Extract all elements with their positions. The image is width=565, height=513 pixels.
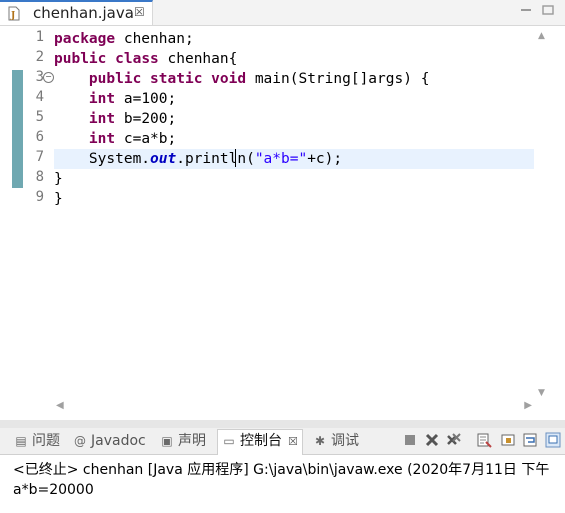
tab-label: 控制台 <box>240 433 282 449</box>
line-number: 7 <box>35 149 44 165</box>
code-line-1: package chenhan; <box>54 31 194 47</box>
word-wrap-icon[interactable] <box>522 432 538 448</box>
tab-label: Javadoc <box>91 433 146 449</box>
quick-diff-change-bar <box>12 70 23 188</box>
code-line-8: } <box>54 171 63 187</box>
line-number: 9 <box>35 189 44 205</box>
tab-debug[interactable]: ✱ 调试 <box>313 430 359 452</box>
line-number: 4 <box>35 89 44 105</box>
code-text-area[interactable]: package chenhan; public class chenhan{ p… <box>54 29 534 400</box>
remove-all-terminated-icon[interactable] <box>446 432 462 448</box>
line-number: 2 <box>35 49 44 65</box>
svg-text:J: J <box>10 11 15 21</box>
console-icon: ▭ <box>223 434 235 448</box>
code-editor: J chenhan.java ☒ 1 2 3 4 5 6 7 8 9 − pac… <box>0 0 565 420</box>
tab-label: 声明 <box>178 433 206 449</box>
remove-launch-icon[interactable] <box>424 432 440 448</box>
line-number: 5 <box>35 109 44 125</box>
scroll-down-icon[interactable]: ▼ <box>538 388 545 398</box>
code-line-5: int b=200; <box>88 111 177 127</box>
console-output-line[interactable]: a*b=20000 <box>13 482 94 498</box>
console-view: ▤ 问题 @ Javadoc ▣ 声明 ▭ 控制台 ☒ ✱ 调试 <已终止> c… <box>0 428 565 513</box>
scroll-left-icon[interactable]: ◀ <box>56 400 64 411</box>
declaration-icon: ▣ <box>161 434 173 448</box>
view-tab-bar: ▤ 问题 @ Javadoc ▣ 声明 ▭ 控制台 ☒ ✱ 调试 <box>0 428 565 455</box>
line-number: 1 <box>35 29 44 45</box>
minimize-icon[interactable] <box>519 4 533 16</box>
pin-console-icon[interactable] <box>545 432 561 448</box>
editor-tab-label: chenhan.java <box>33 4 134 22</box>
pane-divider[interactable] <box>0 420 565 428</box>
code-line-4: int a=100; <box>88 91 177 107</box>
code-line-7: System.out.println("a*b="+c); <box>54 149 534 169</box>
code-line-2: public class chenhan{ <box>54 51 238 67</box>
editor-tab-bar: J chenhan.java ☒ <box>0 0 565 26</box>
code-line-6: int c=a*b; <box>88 131 177 147</box>
close-icon[interactable]: ☒ <box>288 435 298 448</box>
text-caret <box>235 149 236 167</box>
line-number: 6 <box>35 129 44 145</box>
tab-label: 问题 <box>32 433 60 449</box>
vertical-scrollbar[interactable]: ▲ ▼ <box>534 29 551 400</box>
java-file-icon: J <box>8 6 20 21</box>
fold-toggle-icon[interactable]: − <box>43 72 54 83</box>
console-status-line: <已终止> chenhan [Java 应用程序] G:\java\bin\ja… <box>13 462 550 478</box>
clear-console-icon[interactable] <box>476 432 492 448</box>
tab-problems[interactable]: ▤ 问题 <box>14 430 60 452</box>
editor-tab-chenhan-java[interactable]: J chenhan.java ☒ <box>0 0 153 25</box>
tab-label: 调试 <box>331 433 359 449</box>
scroll-up-icon[interactable]: ▲ <box>538 31 545 41</box>
javadoc-icon: @ <box>74 434 86 448</box>
horizontal-scrollbar[interactable]: ◀ ▶ <box>54 398 534 416</box>
scroll-right-icon[interactable]: ▶ <box>524 400 532 411</box>
tab-console[interactable]: ▭ 控制台 ☒ <box>217 429 303 455</box>
line-number: 8 <box>35 169 44 185</box>
scroll-lock-icon[interactable] <box>500 432 516 448</box>
debug-icon: ✱ <box>314 434 326 448</box>
problems-icon: ▤ <box>15 434 27 448</box>
tab-declaration[interactable]: ▣ 声明 <box>160 430 206 452</box>
tab-javadoc[interactable]: @ Javadoc <box>73 430 146 452</box>
code-line-9: } <box>54 191 63 207</box>
maximize-icon[interactable] <box>541 4 555 16</box>
code-line-3: public static void main(String[]args) { <box>88 71 430 87</box>
close-icon[interactable]: ☒ <box>134 5 145 19</box>
terminate-icon[interactable] <box>402 432 418 448</box>
line-number: 3 <box>35 69 44 85</box>
